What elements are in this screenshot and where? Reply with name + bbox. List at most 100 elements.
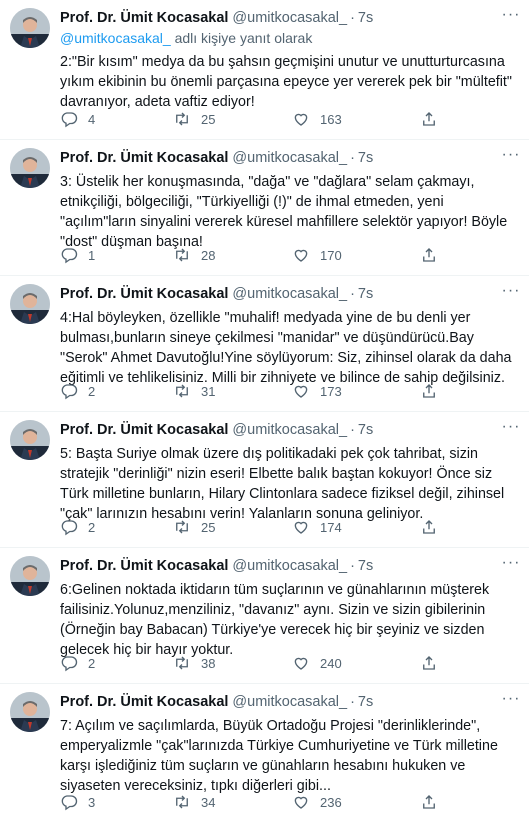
author-handle[interactable]: @umitkocasakal_ bbox=[232, 558, 347, 574]
tweet-text: 3: Üstelik her konuşmasında, "dağa" ve "… bbox=[60, 174, 508, 250]
more-icon[interactable]: ··· bbox=[501, 419, 521, 438]
reply-count: 2 bbox=[88, 655, 96, 671]
more-icon[interactable]: ··· bbox=[501, 691, 521, 710]
share-button[interactable] bbox=[420, 245, 438, 265]
tweet-text: 2:"Bir kısım" medya da bu şahsın geçmişi… bbox=[60, 54, 512, 110]
tweet[interactable]: Prof. Dr. Ümit Kocasakal @umitkocasakal_… bbox=[0, 0, 529, 140]
retweet-icon bbox=[176, 520, 188, 534]
tweet-actions: 2 31 173 bbox=[60, 381, 521, 401]
more-icon[interactable]: ··· bbox=[501, 555, 521, 574]
reply-button[interactable]: 1 bbox=[60, 245, 173, 265]
tweet-actions: 3 34 236 bbox=[60, 792, 521, 812]
retweet-count: 34 bbox=[201, 794, 216, 810]
retweet-button[interactable]: 38 bbox=[173, 653, 292, 673]
retweet-icon bbox=[176, 112, 188, 126]
timestamp[interactable]: 7s bbox=[358, 150, 373, 166]
author-handle[interactable]: @umitkocasakal_ bbox=[232, 694, 347, 710]
more-icon[interactable]: ··· bbox=[501, 7, 521, 26]
reply-button[interactable]: 2 bbox=[60, 381, 173, 401]
share-icon bbox=[423, 248, 435, 262]
retweet-icon bbox=[176, 656, 188, 670]
reply-button[interactable]: 2 bbox=[60, 517, 173, 537]
replying-to: @umitkocasakal_ adlı kişiye yanıt olarak bbox=[60, 30, 521, 47]
reply-button[interactable]: 4 bbox=[60, 109, 173, 129]
like-count: 240 bbox=[320, 655, 342, 671]
tweet-actions: 2 25 174 bbox=[60, 517, 521, 537]
avatar-image bbox=[10, 420, 50, 460]
avatar[interactable] bbox=[10, 692, 50, 732]
avatar[interactable] bbox=[10, 148, 50, 188]
like-button[interactable]: 236 bbox=[292, 792, 420, 812]
author-handle[interactable]: @umitkocasakal_ bbox=[232, 150, 347, 166]
share-button[interactable] bbox=[420, 109, 438, 129]
reply-button[interactable]: 3 bbox=[60, 792, 173, 812]
reply-icon bbox=[61, 520, 78, 536]
tweet[interactable]: Prof. Dr. Ümit Kocasakal @umitkocasakal_… bbox=[0, 276, 529, 412]
retweet-icon bbox=[176, 795, 188, 809]
author-name[interactable]: Prof. Dr. Ümit Kocasakal bbox=[60, 150, 228, 166]
tweet[interactable]: Prof. Dr. Ümit Kocasakal @umitkocasakal_… bbox=[0, 140, 529, 276]
author-name[interactable]: Prof. Dr. Ümit Kocasakal bbox=[60, 10, 228, 26]
separator-dot: · bbox=[350, 285, 355, 302]
separator-dot: · bbox=[350, 149, 355, 166]
avatar[interactable] bbox=[10, 284, 50, 324]
like-button[interactable]: 174 bbox=[292, 517, 420, 537]
retweet-count: 25 bbox=[201, 111, 216, 127]
reply-icon bbox=[61, 795, 78, 811]
tweet-text: 6:Gelinen noktada iktidarın tüm suçların… bbox=[60, 582, 490, 658]
like-button[interactable]: 240 bbox=[292, 653, 420, 673]
share-button[interactable] bbox=[420, 792, 438, 812]
retweet-count: 28 bbox=[201, 247, 216, 263]
tweet-actions: 1 28 170 bbox=[60, 245, 521, 265]
tweet[interactable]: Prof. Dr. Ümit Kocasakal @umitkocasakal_… bbox=[0, 684, 529, 822]
tweet[interactable]: Prof. Dr. Ümit Kocasakal @umitkocasakal_… bbox=[0, 548, 529, 684]
tweet-actions: 4 25 163 bbox=[60, 109, 521, 129]
author-name[interactable]: Prof. Dr. Ümit Kocasakal bbox=[60, 286, 228, 302]
timestamp[interactable]: 7s bbox=[358, 422, 373, 438]
retweet-button[interactable]: 25 bbox=[173, 109, 292, 129]
reply-count: 2 bbox=[88, 519, 96, 535]
like-button[interactable]: 163 bbox=[292, 109, 420, 129]
like-button[interactable]: 170 bbox=[292, 245, 420, 265]
reply-button[interactable]: 2 bbox=[60, 653, 173, 673]
share-button[interactable] bbox=[420, 381, 438, 401]
timestamp[interactable]: 7s bbox=[358, 694, 373, 710]
avatar[interactable] bbox=[10, 8, 50, 48]
avatar[interactable] bbox=[10, 556, 50, 596]
author-handle[interactable]: @umitkocasakal_ bbox=[232, 10, 347, 26]
retweet-count: 31 bbox=[201, 383, 216, 399]
author-name[interactable]: Prof. Dr. Ümit Kocasakal bbox=[60, 558, 228, 574]
reply-count: 1 bbox=[88, 247, 96, 263]
more-icon[interactable]: ··· bbox=[501, 147, 521, 166]
avatar[interactable] bbox=[10, 420, 50, 460]
author-handle[interactable]: @umitkocasakal_ bbox=[232, 422, 347, 438]
reply-count: 2 bbox=[88, 383, 96, 399]
retweet-button[interactable]: 25 bbox=[173, 517, 292, 537]
timestamp[interactable]: 7s bbox=[358, 558, 373, 574]
timestamp[interactable]: 7s bbox=[358, 286, 373, 302]
share-icon bbox=[423, 112, 435, 126]
share-button[interactable] bbox=[420, 653, 438, 673]
reply-mention-link[interactable]: @umitkocasakal_ bbox=[60, 30, 171, 46]
retweet-icon bbox=[176, 248, 188, 262]
like-icon bbox=[294, 249, 308, 262]
separator-dot: · bbox=[350, 9, 355, 26]
author-name[interactable]: Prof. Dr. Ümit Kocasakal bbox=[60, 422, 228, 438]
like-icon bbox=[294, 113, 308, 126]
author-handle[interactable]: @umitkocasakal_ bbox=[232, 286, 347, 302]
author-name[interactable]: Prof. Dr. Ümit Kocasakal bbox=[60, 694, 228, 710]
tweet-text: 7: Açılım ve saçılımlarda, Büyük Ortadoğ… bbox=[60, 718, 498, 794]
share-icon bbox=[423, 656, 435, 670]
retweet-button[interactable]: 34 bbox=[173, 792, 292, 812]
like-button[interactable]: 173 bbox=[292, 381, 420, 401]
avatar-image bbox=[10, 284, 50, 324]
timestamp[interactable]: 7s bbox=[358, 10, 373, 26]
tweet-actions: 2 38 240 bbox=[60, 653, 521, 673]
like-count: 174 bbox=[320, 519, 342, 535]
share-button[interactable] bbox=[420, 517, 438, 537]
retweet-button[interactable]: 28 bbox=[173, 245, 292, 265]
retweet-button[interactable]: 31 bbox=[173, 381, 292, 401]
tweet[interactable]: Prof. Dr. Ümit Kocasakal @umitkocasakal_… bbox=[0, 412, 529, 548]
more-icon[interactable]: ··· bbox=[501, 283, 521, 302]
share-icon bbox=[423, 520, 435, 534]
